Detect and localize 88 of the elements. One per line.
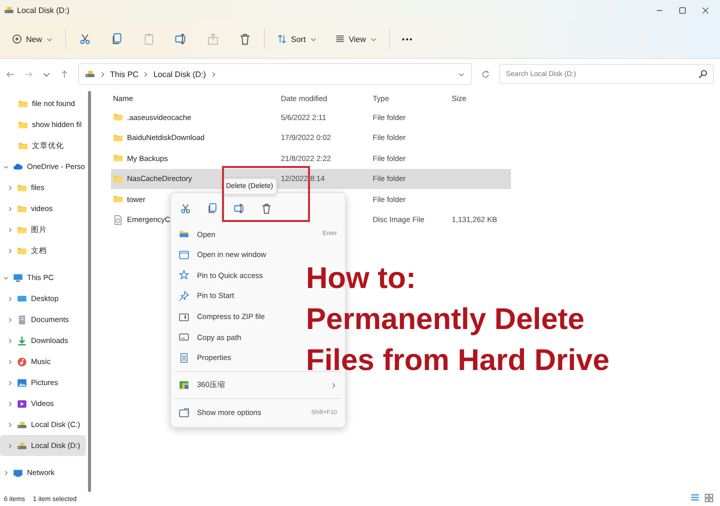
more-button[interactable]: ••• [396,30,420,48]
folder-icon [113,132,123,143]
trash-icon [261,203,272,214]
drive-icon [17,420,27,430]
chevron-icon[interactable] [7,248,13,254]
headline-text: How to: Permanently Delete Files from Hard Drive [306,261,610,379]
chevron-icon[interactable] [7,184,13,190]
scrollbar[interactable] [88,91,91,492]
download-arrow-icon [17,336,27,346]
up-arrow-icon[interactable] [60,70,69,78]
path-field-icon [179,332,189,342]
star-icon [179,270,189,280]
folder-icon [179,229,189,240]
chevron-icon[interactable] [7,380,13,386]
close-icon[interactable] [701,6,710,14]
copy-icon [207,203,218,214]
document-icon [17,314,27,324]
tiles-view-icon[interactable] [704,493,714,503]
drive-icon [17,440,27,450]
chevron-icon[interactable] [7,400,13,406]
breadcrumb-item[interactable]: Local Disk (D:) [153,70,206,78]
chevron-icon [210,70,217,78]
folder-icon [113,153,123,164]
folder-icon [113,174,123,184]
share-icon [207,33,220,45]
archive-app-icon [179,380,189,390]
chevron-icon [142,70,150,78]
folder-icon [17,246,27,256]
window-title: Local Disk (D:) [17,6,70,14]
chevron-icon[interactable] [3,274,9,280]
sort-arrows-icon [277,34,288,44]
rename-icon [234,203,245,214]
folder-icon [113,112,123,122]
view-list-icon [334,34,345,44]
trash-icon [239,33,252,45]
drive-icon [4,5,14,15]
view-button[interactable]: View [328,30,383,48]
back-arrow-icon[interactable] [6,70,15,78]
folder-icon [17,224,27,234]
chevron-icon[interactable] [7,206,13,212]
folder-icon [18,98,28,108]
address-bar[interactable]: This PC Local Disk (D:) [78,63,472,85]
refresh-icon[interactable] [481,70,490,78]
scissors-icon [79,33,92,45]
caret-icon[interactable] [458,70,465,78]
expand-icon [179,408,189,418]
caret-icon [310,36,317,42]
picture-icon [17,378,27,388]
chevron-icon[interactable] [3,164,9,170]
video-icon [17,398,27,408]
folder-icon [18,140,28,150]
monitor-icon [13,272,23,282]
drive-icon [85,69,95,79]
music-note-icon [17,356,27,366]
folder-icon [18,120,28,130]
chevron-icon[interactable] [3,470,9,476]
caret-icon [370,36,377,42]
chevron-icon[interactable] [7,358,13,364]
folder-icon [17,204,27,214]
chevron-icon[interactable] [7,422,13,428]
window-icon [179,250,189,260]
sort-button[interactable]: Sort [271,30,323,48]
cloud-icon [13,162,23,172]
pin-icon [179,290,189,301]
details-view-icon[interactable] [690,493,700,503]
list-sheet-icon [179,352,189,363]
folder-icon [113,194,123,204]
monitor-icon [17,294,27,304]
maximize-icon[interactable] [678,6,687,14]
chevron-icon[interactable] [7,338,13,344]
breadcrumb-item[interactable]: This PC [110,70,138,78]
chevron-icon[interactable] [7,226,13,232]
search-icon [698,69,708,79]
chevron-icon [99,70,106,78]
clipboard-icon [143,33,156,45]
copy-icon [111,33,124,45]
chevron-icon[interactable] [7,442,13,448]
rename-icon [175,33,188,45]
caret-icon [46,36,54,42]
folder-icon [17,182,27,192]
chevron-icon[interactable] [7,296,13,302]
disc-file-icon [113,214,123,225]
new-button[interactable]: New [6,30,60,48]
chevron-icon[interactable] [7,316,13,322]
plus-circle-icon [12,34,22,44]
scissors-icon [180,203,191,214]
archive-folder-icon [179,312,189,322]
network-icon [13,468,23,478]
